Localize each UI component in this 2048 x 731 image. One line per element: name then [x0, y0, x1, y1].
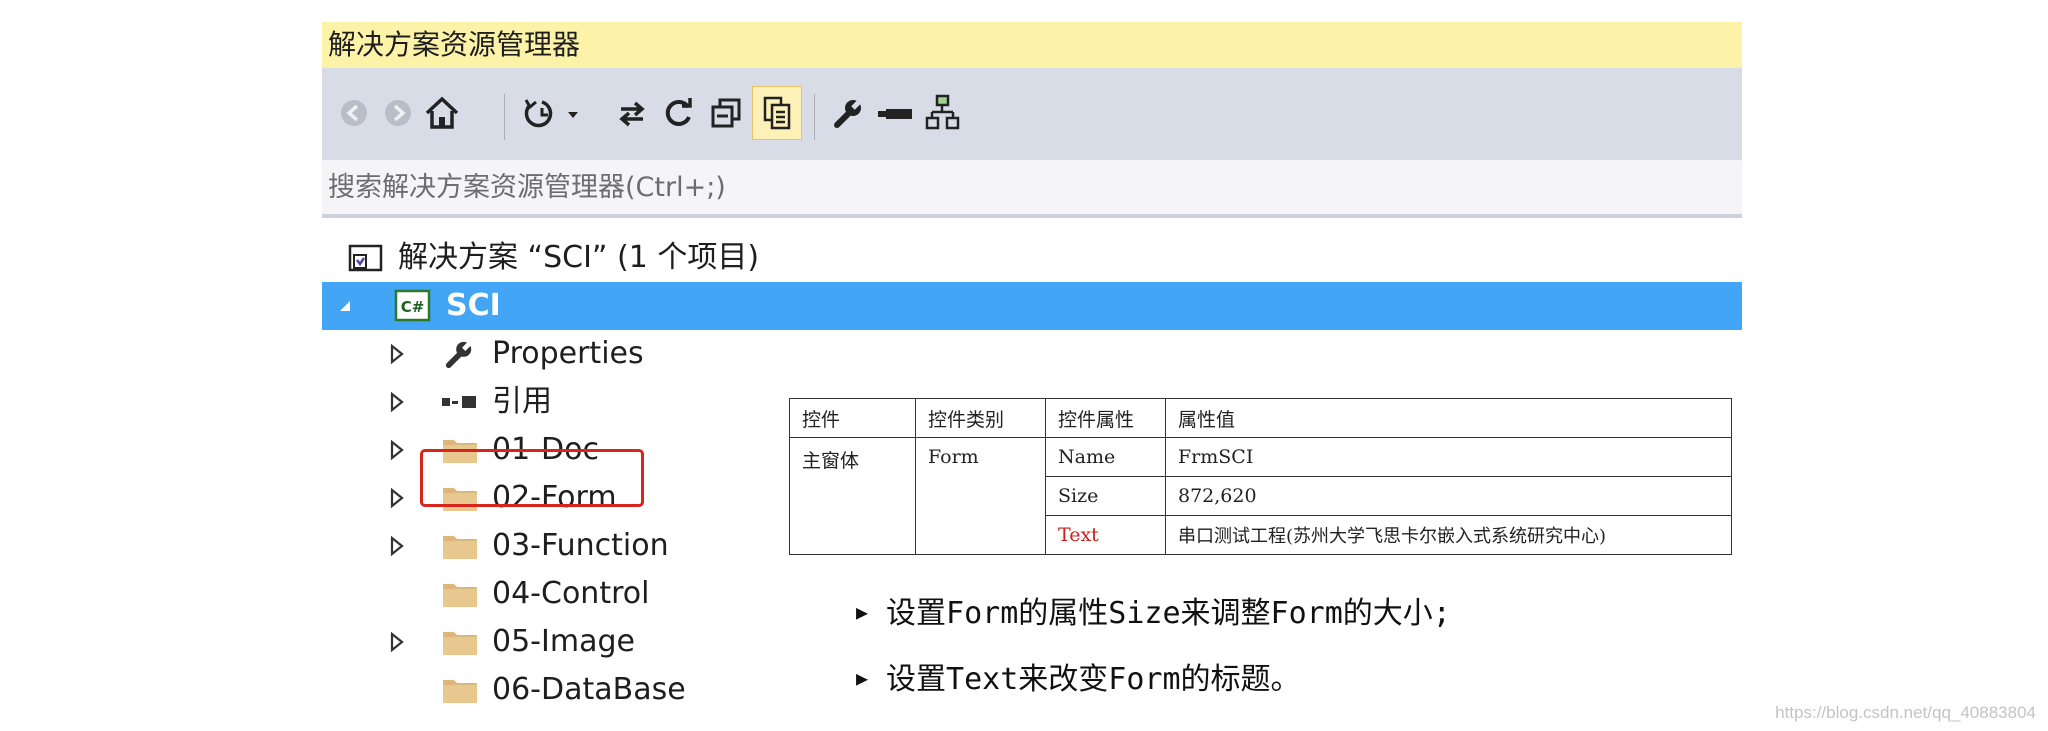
expand-triangle-icon[interactable]: [386, 618, 408, 666]
project-label: SCI: [446, 288, 501, 323]
properties-button[interactable]: [828, 86, 868, 140]
table-cell-property: Name: [1045, 437, 1166, 477]
table-header: 控件属性: [1045, 398, 1166, 438]
table-header-row: 控件 控件类别 控件属性 属性值: [789, 398, 1732, 438]
solution-icon: [348, 234, 384, 282]
collapse-all-button[interactable]: [706, 86, 746, 140]
table-cell-control: 主窗体: [789, 437, 916, 555]
folder-icon: [442, 522, 478, 570]
note-text: 设置Text来改变Form的标题。: [886, 662, 1301, 697]
note-item: ▶ 设置Text来改变Form的标题。: [856, 654, 1301, 698]
toolbar-separator: [814, 94, 815, 140]
bullet-triangle-icon: ▶: [856, 666, 869, 690]
view-class-diagram-button[interactable]: [922, 86, 964, 140]
project-badge-text: C#: [401, 298, 425, 316]
collapse-triangle-icon[interactable]: [334, 282, 356, 330]
panel-title: 解决方案资源管理器: [322, 22, 1742, 68]
table-row: 主窗体 Form Name FrmSCI: [789, 437, 1732, 555]
tree-item-properties[interactable]: Properties: [322, 330, 1742, 378]
folder-icon: [442, 666, 478, 714]
toolbar-separator: [504, 94, 505, 140]
back-arrow-icon: [341, 100, 367, 126]
table-cell-property: Text: [1045, 515, 1166, 555]
search-input[interactable]: 搜索解决方案资源管理器(Ctrl+;): [322, 160, 1742, 218]
home-button[interactable]: [420, 86, 464, 140]
tree-item-label: Properties: [492, 336, 644, 371]
minus-icon: [878, 109, 912, 119]
table-cell-value: 串口测试工程(苏州大学飞思卡尔嵌入式系统研究中心): [1165, 515, 1732, 555]
table-cell-property: Size: [1045, 476, 1166, 516]
tree-item-label: 06-DataBase: [492, 672, 686, 707]
table-header: 控件类别: [915, 398, 1046, 438]
table-header: 属性值: [1165, 398, 1732, 438]
back-button[interactable]: [334, 86, 374, 140]
forward-arrow-icon: [385, 100, 411, 126]
expand-triangle-icon[interactable]: [386, 522, 408, 570]
folder-icon: [442, 618, 478, 666]
refresh-icon: [665, 98, 692, 126]
table-header: 控件: [789, 398, 916, 438]
solution-label: 解决方案 “SCI” (1 个项目): [398, 240, 760, 275]
tree-solution-row[interactable]: 解决方案 “SCI” (1 个项目): [322, 234, 1742, 282]
csharp-project-icon: C#: [394, 282, 432, 330]
table-cell-category: Form: [915, 437, 1046, 555]
show-all-files-icon: [763, 96, 791, 130]
refresh-button[interactable]: [658, 86, 700, 140]
references-icon: [440, 378, 480, 426]
preview-button[interactable]: [874, 86, 916, 140]
table-cell-value: FrmSCI: [1165, 437, 1732, 477]
watermark: https://blog.csdn.net/qq_40883804: [1775, 703, 2036, 722]
table-cell-value: 872,620: [1165, 476, 1732, 516]
property-table: 控件 控件类别 控件属性 属性值 主窗体 Form Name FrmSCI Si…: [789, 398, 1732, 555]
tree-project-row[interactable]: C# SCI: [322, 282, 1742, 330]
forward-button[interactable]: [378, 86, 418, 140]
tree-item-label: 05-Image: [492, 624, 635, 659]
folder-icon: [442, 570, 478, 618]
sync-arrows-icon: [619, 101, 645, 127]
note-text: 设置Form的属性Size来调整Form的大小;: [886, 596, 1451, 631]
pending-changes-button[interactable]: [520, 86, 590, 140]
tree-item-label: 03-Function: [492, 528, 669, 563]
sync-button[interactable]: [612, 86, 652, 140]
toolbar: [322, 68, 1742, 160]
home-icon: [425, 96, 459, 129]
class-diagram-icon: [925, 94, 960, 130]
bullet-triangle-icon: ▶: [856, 600, 869, 624]
collapse-all-icon: [711, 98, 741, 128]
show-all-files-button[interactable]: [752, 86, 802, 140]
expand-triangle-icon[interactable]: [386, 474, 408, 522]
highlight-box: [420, 449, 644, 507]
tree-item-label: 引用: [492, 384, 552, 419]
note-item: ▶ 设置Form的属性Size来调整Form的大小;: [856, 588, 1451, 632]
history-clock-icon: [524, 99, 578, 128]
expand-triangle-icon[interactable]: [386, 426, 408, 474]
wrench-icon: [444, 330, 474, 378]
expand-triangle-icon[interactable]: [386, 330, 408, 378]
expand-triangle-icon[interactable]: [386, 378, 408, 426]
tree-item-label: 04-Control: [492, 576, 650, 611]
wrench-icon: [834, 98, 863, 128]
